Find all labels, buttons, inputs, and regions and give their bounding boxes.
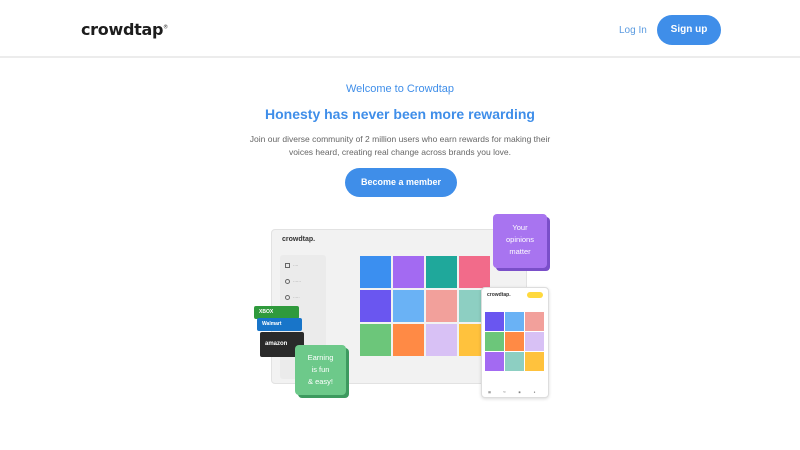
top-navbar: crowdtap® Log In Sign up <box>0 0 800 58</box>
hero-description: Join our diverse community of 2 million … <box>249 134 551 157</box>
content-tile <box>393 324 424 356</box>
nav-avatar-icon: ● <box>533 390 536 394</box>
content-tile <box>485 332 504 351</box>
content-tile <box>426 324 457 356</box>
sidebar-item: ···· <box>285 263 298 269</box>
walmart-gift-card: Walmart <box>257 318 302 331</box>
coin-badge <box>527 292 543 298</box>
nav-home-icon: ▦ <box>488 390 491 394</box>
content-tile <box>485 312 504 331</box>
content-tile <box>426 290 457 322</box>
content-tile <box>505 312 524 331</box>
desktop-logo: crowdtap. <box>282 236 316 243</box>
become-member-button[interactable]: Become a member <box>345 168 457 197</box>
signup-button[interactable]: Sign up <box>657 15 721 45</box>
content-tile <box>459 256 490 288</box>
earning-bubble: Earning is fun & easy! <box>295 345 346 395</box>
content-tile <box>505 332 524 351</box>
sidebar-item: ······ <box>285 279 301 285</box>
welcome-heading: Welcome to Crowdtap <box>345 83 454 95</box>
content-tile <box>525 312 544 331</box>
nav-profile-icon: ◉ <box>518 390 521 394</box>
content-tile <box>360 324 391 356</box>
content-tile <box>393 290 424 322</box>
phone-bottom-nav: ▦ ↻ ◉ ● <box>482 390 548 394</box>
hero-headline: Honesty has never been more rewarding <box>265 106 535 122</box>
opinions-bubble: Your opinions matter <box>493 214 547 268</box>
crowdtap-logo[interactable]: crowdtap® <box>81 20 168 39</box>
content-tile <box>505 352 524 371</box>
content-tile <box>360 290 391 322</box>
sidebar-item: ····· <box>285 295 300 301</box>
content-tile <box>485 352 504 371</box>
login-link[interactable]: Log In <box>619 25 647 36</box>
content-tile <box>525 332 544 351</box>
content-tile <box>426 256 457 288</box>
content-tile <box>360 256 391 288</box>
nav-refresh-icon: ↻ <box>503 390 506 394</box>
content-tile <box>525 352 544 371</box>
phone-logo: crowdtap. <box>487 292 511 298</box>
phone-mockup: crowdtap. ▦ ↻ ◉ ● <box>481 287 549 398</box>
content-tile <box>393 256 424 288</box>
